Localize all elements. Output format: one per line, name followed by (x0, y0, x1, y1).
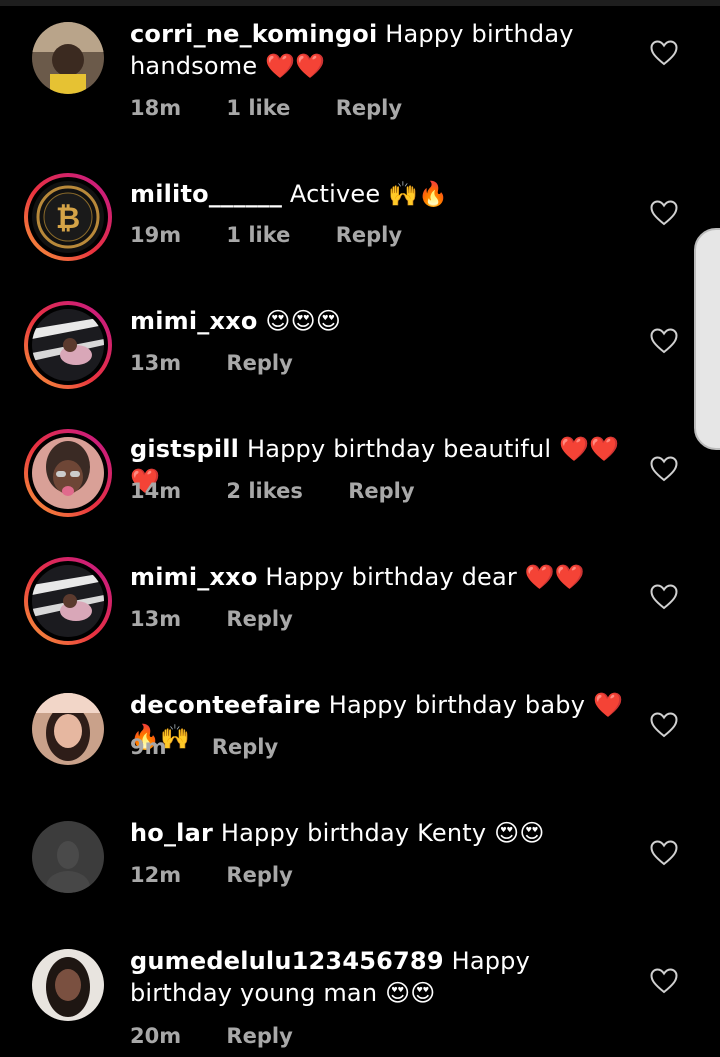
comment-username[interactable]: ho_lar (130, 819, 213, 847)
heart-icon[interactable] (650, 840, 678, 866)
heart-icon[interactable] (650, 584, 678, 610)
comment-username[interactable]: milito______ (130, 180, 282, 208)
comment-emojis: 😍😍😍 (265, 307, 342, 335)
comment-text: mimi_xxo 😍😍😍 (130, 305, 630, 337)
svg-text:₿: ₿ (56, 201, 80, 236)
comment-meta: 13m Reply (130, 607, 293, 631)
comment-emojis: 😍😍 (385, 979, 436, 1007)
heart-icon[interactable] (650, 456, 678, 482)
comment-username[interactable]: corri_ne_komingoi (130, 20, 377, 48)
comment-body: Happy birthday baby (328, 691, 586, 719)
reply-button[interactable]: Reply (226, 1024, 292, 1048)
avatar-image: ₿ (32, 181, 104, 253)
scroll-handle[interactable] (694, 228, 720, 450)
comment-text: corri_ne_komingoi Happy birthday handsom… (130, 18, 630, 82)
comment-time: 14m (130, 479, 182, 503)
comment-meta: 13m Reply (130, 351, 293, 375)
heart-icon[interactable] (650, 712, 678, 738)
comment-time: 20m (130, 1024, 182, 1048)
comment-username[interactable]: mimi_xxo (130, 563, 258, 591)
comment-likes[interactable]: 1 like (226, 96, 290, 120)
comment-emojis: ❤️❤️ (524, 563, 585, 591)
comment-body: Happy birthday beautiful (246, 435, 552, 463)
comment-text: milito______ Activee 🙌🔥 (130, 178, 630, 210)
comment-meta: 18m 1 like Reply (130, 96, 402, 120)
avatar[interactable] (32, 22, 104, 94)
comment-username[interactable]: mimi_xxo (130, 307, 258, 335)
avatar-image (32, 821, 104, 893)
heart-icon[interactable] (650, 328, 678, 354)
comment-username[interactable]: gumedelulu123456789 (130, 947, 444, 975)
comment-time: 13m (130, 351, 182, 375)
avatar-image (32, 693, 104, 765)
avatar-image (32, 309, 104, 381)
comment-time: 13m (130, 607, 182, 631)
comment-emojis: 🙌🔥 (388, 180, 449, 208)
reply-button[interactable]: Reply (348, 479, 414, 503)
comment-meta: 9m Reply (130, 735, 278, 759)
comment-emojis: 😍😍 (494, 819, 545, 847)
comment-time: 19m (130, 223, 182, 247)
comment-meta: 19m 1 like Reply (130, 223, 402, 247)
avatar[interactable] (32, 693, 104, 765)
comment-body: Happy birthday dear (265, 563, 517, 591)
comment-username[interactable]: deconteefaire (130, 691, 321, 719)
avatar[interactable] (24, 429, 112, 517)
avatar[interactable]: ₿ (24, 173, 112, 261)
avatar-ring-gap (28, 561, 108, 641)
heart-icon[interactable] (650, 40, 678, 66)
reply-button[interactable]: Reply (226, 863, 292, 887)
comment-meta: 12m Reply (130, 863, 293, 887)
avatar[interactable] (24, 301, 112, 389)
comment-time: 12m (130, 863, 182, 887)
reply-button[interactable]: Reply (336, 96, 402, 120)
reply-button[interactable]: Reply (336, 223, 402, 247)
comment-time: 9m (130, 735, 167, 759)
reply-button[interactable]: Reply (226, 607, 292, 631)
comment-text: ho_lar Happy birthday Kenty 😍😍 (130, 817, 630, 849)
comment-likes[interactable]: 2 likes (226, 479, 302, 503)
avatar-image (32, 949, 104, 1021)
comment-text: gumedelulu123456789 Happy birthday young… (130, 945, 630, 1009)
avatar[interactable] (24, 557, 112, 645)
avatar-image (32, 22, 104, 94)
avatar[interactable] (32, 949, 104, 1021)
avatar-image (32, 565, 104, 637)
comment-body: Happy birthday Kenty (220, 819, 487, 847)
comment-meta: 14m 2 likes Reply (130, 479, 415, 503)
comment-username[interactable]: gistspill (130, 435, 239, 463)
heart-icon[interactable] (650, 968, 678, 994)
comment-likes[interactable]: 1 like (226, 223, 290, 247)
comment-meta: 20m Reply (130, 1024, 293, 1048)
comment-list: corri_ne_komingoi Happy birthday handsom… (0, 0, 720, 1057)
comment-time: 18m (130, 96, 182, 120)
avatar[interactable] (32, 821, 104, 893)
comment-text: mimi_xxo Happy birthday dear ❤️❤️ (130, 561, 630, 593)
reply-button[interactable]: Reply (226, 351, 292, 375)
avatar-image (32, 437, 104, 509)
comment-body: Activee (289, 180, 381, 208)
heart-icon[interactable] (650, 200, 678, 226)
reply-button[interactable]: Reply (212, 735, 278, 759)
comment-emojis: ❤️❤️ (265, 52, 326, 80)
avatar-ring-gap: ₿ (28, 177, 108, 257)
avatar-ring-gap (28, 305, 108, 385)
avatar-ring-gap (28, 433, 108, 513)
